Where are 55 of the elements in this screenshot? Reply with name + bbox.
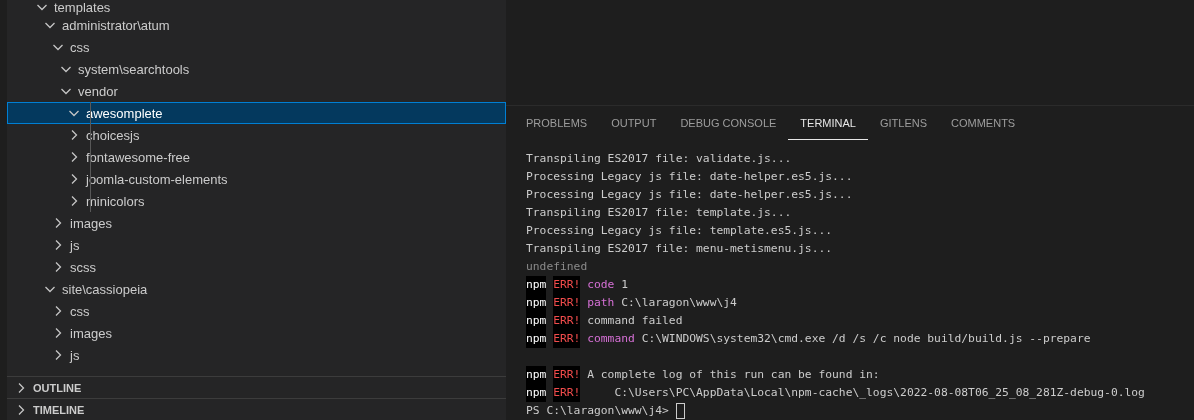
terminal-line: C:\laragon\www\j4 [621, 295, 737, 311]
error-keyword: command [587, 331, 635, 347]
npm-prefix: npm [526, 384, 547, 402]
tree-item[interactable]: minicolors [7, 190, 506, 212]
panel-tab[interactable]: GITLENS [867, 106, 940, 140]
terminal-line: undefined [526, 259, 588, 275]
tree-item[interactable]: administrator\atum [7, 14, 506, 36]
tree-item[interactable]: awesomplete [7, 102, 506, 124]
error-tag: ERR! [553, 294, 581, 312]
npm-prefix: npm [526, 276, 547, 294]
error-keyword: path [587, 295, 615, 311]
tree-item[interactable]: js [7, 344, 506, 366]
terminal-line: 1 [621, 277, 629, 293]
panel-tab[interactable]: PROBLEMS [526, 106, 600, 140]
terminal-line: Processing Legacy js file: date-helper.es5.js... [526, 187, 853, 203]
terminal-line: A complete log of this run can be found in: [587, 367, 880, 383]
terminal-line: Processing Legacy js file: date-helper.es5.js... [526, 169, 853, 185]
panel-tab[interactable]: COMMENTS [939, 106, 1028, 140]
terminal-line: Transpiling ES2017 file: validate.js... [526, 151, 792, 167]
tree-item[interactable]: choicesjs [7, 124, 506, 146]
terminal-line: command failed [587, 313, 683, 329]
terminal-prompt: PS C:\laragon\www\j4> [526, 403, 669, 419]
terminal-line: C:\Users\PC\AppData\Local\npm-cache\_logs\2022-08-08T06_25_08_281Z-debug-0.log [613, 385, 1145, 401]
error-tag: ERR! [553, 276, 581, 294]
tree-item[interactable]: js [7, 234, 506, 256]
tree-item[interactable]: templates [7, 0, 506, 14]
cursor-icon [675, 403, 685, 419]
tree-item[interactable]: images [7, 212, 506, 234]
terminal-line: Processing Legacy js file: template.es5.js... [526, 223, 833, 239]
tree-item[interactable]: css [7, 36, 506, 58]
tree-item[interactable]: site\cassiopeia [7, 278, 506, 300]
tree-item[interactable]: scss [7, 256, 506, 278]
tree-item[interactable]: css [7, 300, 506, 322]
tree-item[interactable]: fontawesome-free [7, 146, 506, 168]
npm-prefix: npm [526, 312, 547, 330]
npm-prefix: npm [526, 294, 547, 312]
tree-item[interactable]: vendor [7, 80, 506, 102]
error-keyword: code [587, 277, 615, 293]
section-header[interactable]: TIMELINE [7, 398, 506, 420]
error-tag: ERR! [553, 312, 581, 330]
error-tag: ERR! [553, 384, 581, 402]
panel-tab[interactable]: DEBUG CONSOLE [668, 106, 789, 140]
npm-prefix: npm [526, 330, 547, 348]
panel-tab[interactable]: OUTPUT [599, 106, 669, 140]
tree-item[interactable]: joomla-custom-elements [7, 168, 506, 190]
error-tag: ERR! [553, 366, 581, 384]
terminal-line: C:\WINDOWS\system32\cmd.exe /d /s /c node build/build.js --prepare [641, 331, 1091, 347]
error-tag: ERR! [553, 330, 581, 348]
tree-item[interactable]: images [7, 322, 506, 344]
terminal-line: Transpiling ES2017 file: menu-metismenu.js... [526, 241, 833, 257]
section-header[interactable]: OUTLINE [7, 376, 506, 398]
tree-item[interactable]: system\searchtools [7, 58, 506, 80]
panel-tab[interactable]: TERMINAL [788, 106, 868, 140]
terminal-line: Transpiling ES2017 file: template.js... [526, 205, 792, 221]
npm-prefix: npm [526, 366, 547, 384]
